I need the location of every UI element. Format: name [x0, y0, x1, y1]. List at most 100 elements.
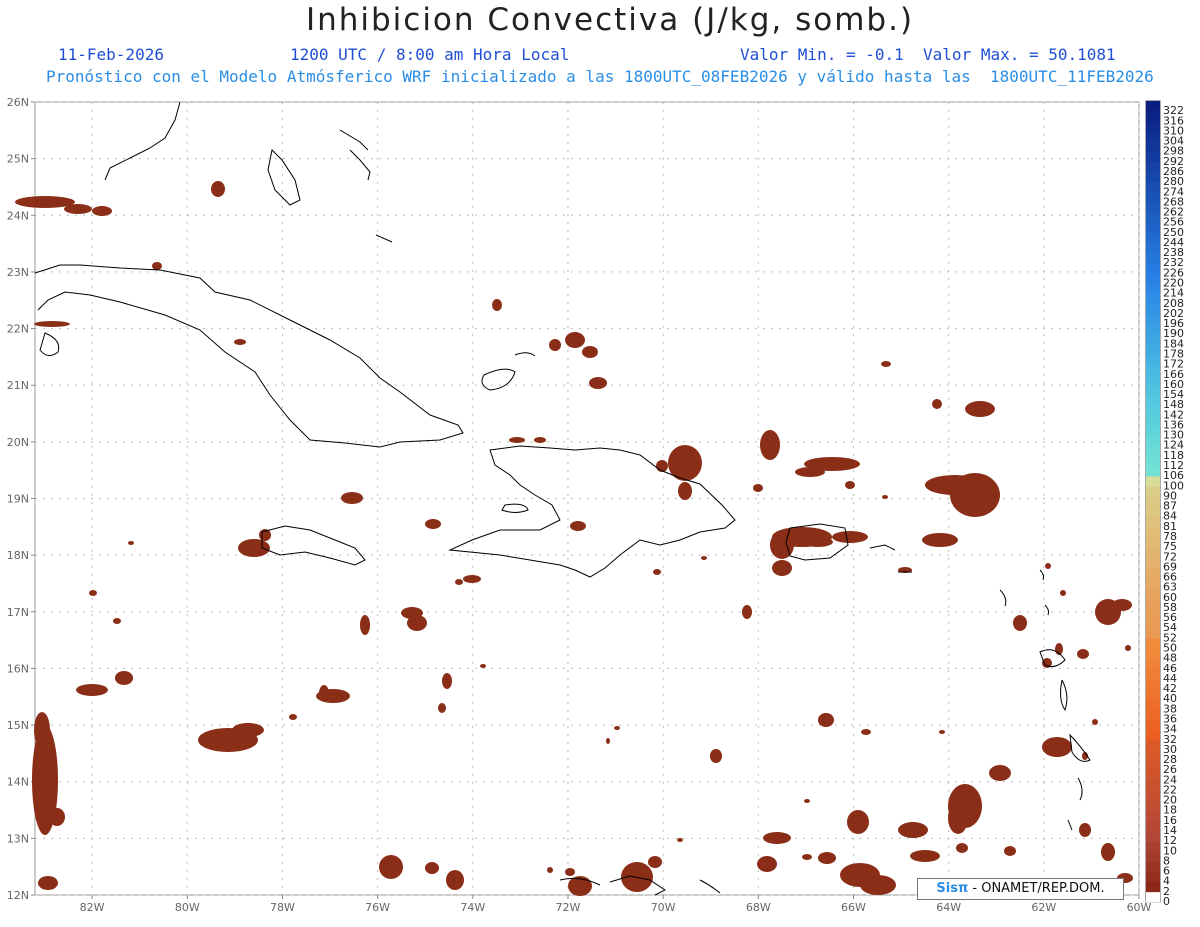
cin-area [570, 521, 586, 531]
colorbar-swatch [1146, 222, 1160, 234]
colorbar-swatch [1146, 212, 1160, 223]
cin-area [742, 605, 752, 619]
colorbar-swatch [1146, 638, 1160, 649]
cin-area [15, 196, 75, 208]
colorbar-swatch [1146, 547, 1160, 558]
cin-area [1125, 645, 1131, 651]
cin-area [152, 262, 162, 270]
colorbar-swatch [1146, 171, 1160, 183]
colorbar-swatch [1146, 607, 1160, 619]
lat-label-19N: 19N [7, 493, 29, 506]
lon-label-78W: 78W [270, 901, 295, 914]
colorbar-swatch [1146, 435, 1160, 447]
colorbar-swatch [1146, 689, 1160, 700]
lat-label-22N: 22N [7, 323, 29, 336]
colorbar-swatch [1146, 658, 1160, 670]
cin-area [341, 492, 363, 504]
cin-area [1079, 823, 1091, 837]
cin-area [64, 204, 92, 214]
colorbar-swatch [1146, 526, 1160, 538]
cin-area [446, 870, 464, 890]
colorbar-swatch [1146, 303, 1160, 315]
colorbar-swatch [1146, 820, 1160, 832]
colorbar-swatch [1146, 192, 1160, 203]
cin-area [442, 673, 452, 689]
lat-label-21N: 21N [7, 379, 29, 392]
cin-area [1042, 737, 1072, 757]
colorbar: 0246810121416182022242628303234363840424… [1145, 100, 1184, 908]
cin-area [463, 575, 481, 583]
colorbar-swatch [1146, 770, 1160, 781]
cin-area [379, 855, 403, 879]
cin-area [589, 377, 607, 389]
lon-label-60W: 60W [1127, 901, 1152, 914]
cin-area [425, 519, 441, 529]
cin-area [772, 560, 792, 576]
cin-area [425, 862, 439, 874]
cin-area [1092, 719, 1098, 725]
cin-area [1045, 563, 1051, 569]
colorbar-swatch [1146, 121, 1160, 132]
cin-area [653, 569, 661, 575]
colorbar-swatch [1146, 263, 1160, 274]
lon-label-80W: 80W [175, 901, 200, 914]
lon-label-66W: 66W [841, 901, 866, 914]
lon-label-82W: 82W [80, 901, 105, 914]
colorbar-swatch [1146, 729, 1160, 741]
cin-area [211, 181, 225, 197]
cin-area [92, 206, 112, 216]
colorbar-swatch [1146, 476, 1160, 487]
cin-area [34, 321, 70, 327]
colorbar-swatch [1146, 861, 1160, 872]
colorbar-swatch [1146, 496, 1160, 507]
colorbar-swatch [1146, 719, 1160, 730]
credit-text: - ONAMET/REP.DOM. [968, 881, 1105, 896]
colorbar-swatch [1146, 425, 1160, 436]
cin-area [582, 346, 598, 358]
lat-label-23N: 23N [7, 266, 29, 279]
colorbar-swatch [1146, 131, 1160, 142]
cin-area [678, 482, 692, 500]
colorbar-swatch [1146, 293, 1160, 305]
colorbar-swatch [1146, 699, 1160, 710]
colorbar-swatch [1146, 354, 1160, 365]
cin-area [1101, 843, 1115, 861]
cin-area [948, 802, 968, 834]
cin-area [1013, 615, 1027, 631]
colorbar-swatch [1146, 466, 1160, 477]
colorbar-swatch [1146, 810, 1160, 822]
lat-label-26N: 26N [7, 96, 29, 109]
colorbar-swatch [1146, 232, 1160, 244]
colorbar-swatch [1146, 790, 1160, 801]
cin-area [128, 541, 134, 545]
cin-area [845, 481, 855, 489]
cin-area [360, 615, 370, 635]
colorbar-swatch [1146, 891, 1160, 903]
lat-label-20N: 20N [7, 436, 29, 449]
cin-area [882, 495, 888, 499]
cin-area [115, 671, 133, 685]
colorbar-swatch [1146, 506, 1160, 518]
colorbar-swatch [1146, 536, 1160, 548]
cin-area [455, 579, 463, 585]
cin-area [534, 437, 546, 443]
cin-area [319, 685, 329, 701]
cin-area [1077, 649, 1089, 659]
colorbar-swatch [1146, 749, 1160, 761]
lon-label-68W: 68W [746, 901, 771, 914]
colorbar-swatch [1146, 334, 1160, 345]
colorbar-swatch [1146, 101, 1160, 112]
lat-label-12N: 12N [7, 889, 29, 902]
colorbar-swatch [1146, 628, 1160, 639]
cin-area [1112, 599, 1132, 611]
cin-area [407, 615, 427, 631]
cin-area [932, 399, 942, 409]
colorbar-swatch [1146, 344, 1160, 355]
lon-label-76W: 76W [365, 901, 390, 914]
cin-area [1060, 590, 1066, 596]
lon-label-74W: 74W [460, 901, 485, 914]
colorbar-swatch [1146, 678, 1160, 690]
colorbar-swatch [1146, 648, 1160, 659]
lon-label-64W: 64W [936, 901, 961, 914]
cin-area [804, 799, 810, 803]
